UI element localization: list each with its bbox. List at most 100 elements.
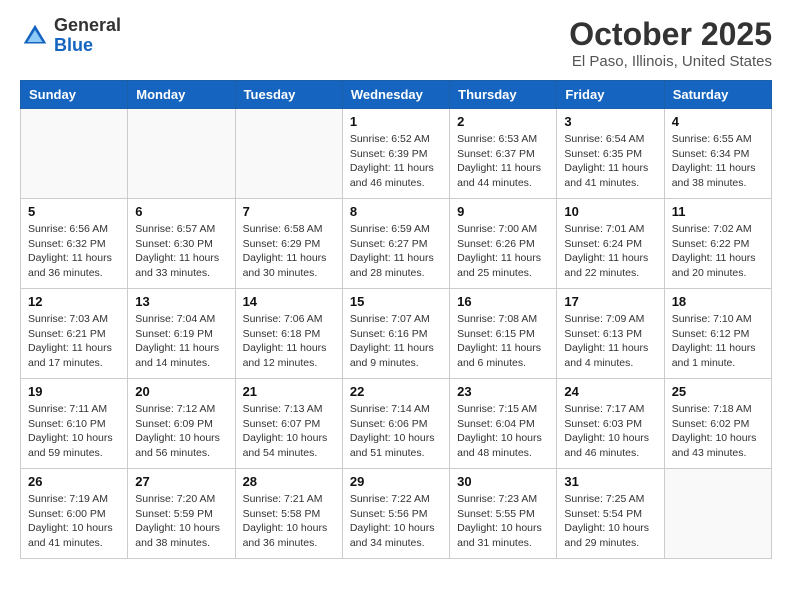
day-cell: 19Sunrise: 7:11 AM Sunset: 6:10 PM Dayli… (21, 379, 128, 469)
day-cell: 20 Sunrise: 7:12 AM Sunset: 6:09 PM Dayli… (128, 379, 235, 469)
day-cell: 31Sunrise: 7:25 AM Sunset: 5:54 PM Dayli… (557, 469, 664, 559)
day-number: 3 (564, 114, 656, 129)
day-number: 26 (28, 474, 120, 489)
logo-general: General (54, 16, 121, 36)
day-cell: 10Sunrise: 7:01 AM Sunset: 6:24 PM Dayli… (557, 199, 664, 289)
day-cell: 2 Sunrise: 6:53 AM Sunset: 6:37 PM Daylig… (450, 109, 557, 199)
day-number: 28 (243, 474, 335, 489)
day-cell (128, 109, 235, 199)
day-info: Sunrise: 7:23 AM Sunset: 5:55 PM Dayligh… (457, 492, 549, 551)
week-row-2: 5 Sunrise: 6:56 AM Sunset: 6:32 PM Daylig… (21, 199, 772, 289)
logo-text: General Blue (54, 16, 121, 56)
day-number: 23 (457, 384, 549, 399)
day-info: Sunrise: 6:54 AM Sunset: 6:35 PM Dayligh… (564, 132, 656, 191)
day-info: Sunrise: 7:20 AM Sunset: 5:59 PM Dayligh… (135, 492, 227, 551)
logo-blue: Blue (54, 36, 121, 56)
day-info: Sunrise: 7:09 AM Sunset: 6:13 PM Dayligh… (564, 312, 656, 371)
day-info: Sunrise: 7:12 AM Sunset: 6:09 PM Dayligh… (135, 402, 227, 461)
day-cell: 16Sunrise: 7:08 AM Sunset: 6:15 PM Dayli… (450, 289, 557, 379)
day-number: 11 (672, 204, 764, 219)
day-cell: 18 Sunrise: 7:10 AM Sunset: 6:12 PM Dayli… (664, 289, 771, 379)
day-cell: 7 Sunrise: 6:58 AM Sunset: 6:29 PM Daylig… (235, 199, 342, 289)
logo: General Blue (20, 16, 121, 56)
day-number: 21 (243, 384, 335, 399)
day-number: 20 (135, 384, 227, 399)
day-cell: 26 Sunrise: 7:19 AM Sunset: 6:00 PM Dayli… (21, 469, 128, 559)
day-number: 13 (135, 294, 227, 309)
day-cell: 27 Sunrise: 7:20 AM Sunset: 5:59 PM Dayli… (128, 469, 235, 559)
day-info: Sunrise: 7:10 AM Sunset: 6:12 PM Dayligh… (672, 312, 764, 371)
day-number: 31 (564, 474, 656, 489)
day-cell (21, 109, 128, 199)
weekday-header-thursday: Thursday (450, 81, 557, 109)
day-number: 4 (672, 114, 764, 129)
day-info: Sunrise: 7:21 AM Sunset: 5:58 PM Dayligh… (243, 492, 335, 551)
day-info: Sunrise: 7:14 AM Sunset: 6:06 PM Dayligh… (350, 402, 442, 461)
day-info: Sunrise: 6:52 AM Sunset: 6:39 PM Dayligh… (350, 132, 442, 191)
day-info: Sunrise: 7:06 AM Sunset: 6:18 PM Dayligh… (243, 312, 335, 371)
weekday-header-saturday: Saturday (664, 81, 771, 109)
day-cell: 21 Sunrise: 7:13 AM Sunset: 6:07 PM Dayli… (235, 379, 342, 469)
calendar-table: SundayMondayTuesdayWednesdayThursdayFrid… (20, 80, 772, 559)
day-info: Sunrise: 7:11 AM Sunset: 6:10 PM Dayligh… (28, 402, 120, 461)
day-number: 22 (350, 384, 442, 399)
day-number: 17 (564, 294, 656, 309)
day-info: Sunrise: 7:03 AM Sunset: 6:21 PM Dayligh… (28, 312, 120, 371)
day-number: 27 (135, 474, 227, 489)
day-info: Sunrise: 7:18 AM Sunset: 6:02 PM Dayligh… (672, 402, 764, 461)
day-number: 15 (350, 294, 442, 309)
day-number: 8 (350, 204, 442, 219)
day-number: 5 (28, 204, 120, 219)
day-number: 25 (672, 384, 764, 399)
day-cell: 11 Sunrise: 7:02 AM Sunset: 6:22 PM Dayli… (664, 199, 771, 289)
day-cell: 28 Sunrise: 7:21 AM Sunset: 5:58 PM Dayli… (235, 469, 342, 559)
day-cell: 25 Sunrise: 7:18 AM Sunset: 6:02 PM Dayli… (664, 379, 771, 469)
week-row-3: 12 Sunrise: 7:03 AM Sunset: 6:21 PM Dayli… (21, 289, 772, 379)
day-number: 2 (457, 114, 549, 129)
day-info: Sunrise: 7:07 AM Sunset: 6:16 PM Dayligh… (350, 312, 442, 371)
day-cell (664, 469, 771, 559)
day-number: 30 (457, 474, 549, 489)
day-number: 12 (28, 294, 120, 309)
day-info: Sunrise: 7:02 AM Sunset: 6:22 PM Dayligh… (672, 222, 764, 281)
day-info: Sunrise: 7:15 AM Sunset: 6:04 PM Dayligh… (457, 402, 549, 461)
day-cell: 17 Sunrise: 7:09 AM Sunset: 6:13 PM Dayli… (557, 289, 664, 379)
day-info: Sunrise: 7:17 AM Sunset: 6:03 PM Dayligh… (564, 402, 656, 461)
week-row-1: 1 Sunrise: 6:52 AM Sunset: 6:39 PM Daylig… (21, 109, 772, 199)
day-number: 9 (457, 204, 549, 219)
day-info: Sunrise: 6:57 AM Sunset: 6:30 PM Dayligh… (135, 222, 227, 281)
day-number: 18 (672, 294, 764, 309)
day-cell: 24 Sunrise: 7:17 AM Sunset: 6:03 PM Dayli… (557, 379, 664, 469)
day-cell: 29Sunrise: 7:22 AM Sunset: 5:56 PM Dayli… (342, 469, 449, 559)
day-info: Sunrise: 6:58 AM Sunset: 6:29 PM Dayligh… (243, 222, 335, 281)
day-cell: 15 Sunrise: 7:07 AM Sunset: 6:16 PM Dayli… (342, 289, 449, 379)
day-info: Sunrise: 7:00 AM Sunset: 6:26 PM Dayligh… (457, 222, 549, 281)
day-number: 24 (564, 384, 656, 399)
weekday-header-wednesday: Wednesday (342, 81, 449, 109)
day-info: Sunrise: 6:55 AM Sunset: 6:34 PM Dayligh… (672, 132, 764, 191)
day-number: 7 (243, 204, 335, 219)
day-info: Sunrise: 7:04 AM Sunset: 6:19 PM Dayligh… (135, 312, 227, 371)
week-row-5: 26 Sunrise: 7:19 AM Sunset: 6:00 PM Dayli… (21, 469, 772, 559)
day-info: Sunrise: 6:56 AM Sunset: 6:32 PM Dayligh… (28, 222, 120, 281)
day-info: Sunrise: 7:01 AM Sunset: 6:24 PM Dayligh… (564, 222, 656, 281)
weekday-header-friday: Friday (557, 81, 664, 109)
day-info: Sunrise: 7:08 AM Sunset: 6:15 PM Dayligh… (457, 312, 549, 371)
weekday-header-tuesday: Tuesday (235, 81, 342, 109)
day-number: 29 (350, 474, 442, 489)
logo-icon (20, 21, 50, 51)
day-cell: 30 Sunrise: 7:23 AM Sunset: 5:55 PM Dayli… (450, 469, 557, 559)
day-number: 6 (135, 204, 227, 219)
weekday-header-sunday: Sunday (21, 81, 128, 109)
day-cell: 8Sunrise: 6:59 AM Sunset: 6:27 PM Daylig… (342, 199, 449, 289)
weekday-header-row: SundayMondayTuesdayWednesdayThursdayFrid… (21, 81, 772, 109)
month-title: October 2025 (569, 16, 772, 53)
day-info: Sunrise: 6:53 AM Sunset: 6:37 PM Dayligh… (457, 132, 549, 191)
day-number: 14 (243, 294, 335, 309)
day-cell: 13 Sunrise: 7:04 AM Sunset: 6:19 PM Dayli… (128, 289, 235, 379)
day-number: 1 (350, 114, 442, 129)
day-cell (235, 109, 342, 199)
day-info: Sunrise: 7:19 AM Sunset: 6:00 PM Dayligh… (28, 492, 120, 551)
day-info: Sunrise: 7:13 AM Sunset: 6:07 PM Dayligh… (243, 402, 335, 461)
day-cell: 1 Sunrise: 6:52 AM Sunset: 6:39 PM Daylig… (342, 109, 449, 199)
